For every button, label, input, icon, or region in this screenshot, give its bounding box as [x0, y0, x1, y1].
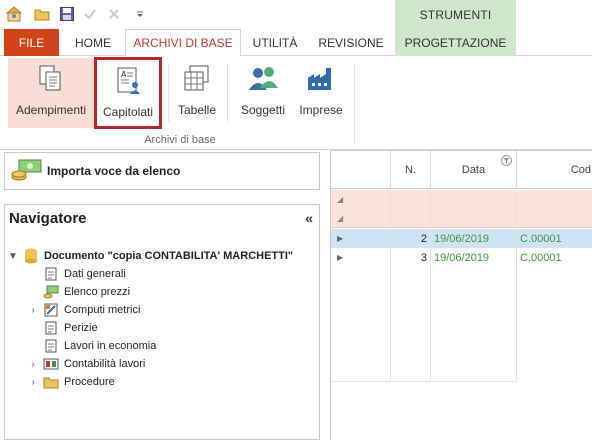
accounting-icon: [43, 356, 59, 372]
tab-archivi-di-base[interactable]: ARCHIVI DI BASE: [125, 29, 241, 57]
tabelle-label: Tabelle: [177, 103, 217, 117]
home-icon[interactable]: [4, 4, 24, 24]
save-icon[interactable]: [57, 4, 77, 24]
tree-item-lavori-in-economia[interactable]: Lavori in economia: [43, 337, 156, 355]
people-icon: [248, 64, 278, 97]
document-icon: [43, 266, 59, 282]
tree-item-dati-generali[interactable]: Dati generali: [43, 265, 126, 283]
tab-utilita[interactable]: UTILITÀ: [243, 29, 307, 56]
cell-data[interactable]: 19/06/2019: [431, 248, 517, 267]
tree-item-procedure[interactable]: Procedure: [43, 373, 115, 391]
tables-icon: [182, 64, 212, 97]
document-icon: [43, 320, 59, 336]
tree-item-label: Lavori in economia: [64, 340, 157, 352]
folder-icon: [43, 374, 59, 390]
grid-line: [516, 267, 517, 381]
tree-root[interactable]: Documento "copia CONTABILITA' MARCHETTI": [23, 247, 293, 265]
customize-icon[interactable]: [130, 4, 150, 24]
tree-item-contabilita-lavori[interactable]: Contabilità lavori: [43, 355, 145, 373]
tree-item-label: Procedure: [64, 376, 115, 388]
cell-n[interactable]: 3: [391, 248, 431, 267]
tab-file[interactable]: FILE: [4, 29, 59, 56]
row-indicator-icon[interactable]: ▶: [331, 229, 391, 248]
money-icon: [11, 159, 43, 184]
imprese-button[interactable]: Imprese: [296, 58, 346, 128]
column-header-n[interactable]: N.: [391, 151, 431, 189]
tab-home[interactable]: HOME: [63, 29, 123, 56]
chevron-right-icon[interactable]: ›: [27, 377, 39, 388]
adempimenti-label: Adempimenti: [15, 103, 87, 117]
tree-item-label: Contabilità lavori: [64, 358, 146, 370]
filter-row[interactable]: ◢: [331, 209, 592, 228]
adempimenti-button[interactable]: Adempimenti: [8, 58, 94, 128]
tree-item-label: Perizie: [64, 322, 98, 334]
ribbon-group-label: Archivi di base: [144, 134, 216, 146]
row-indicator-icon[interactable]: ▶: [331, 248, 391, 267]
capitolati-button[interactable]: A Capitolati: [94, 57, 162, 129]
filter-row[interactable]: ◢: [331, 190, 592, 209]
ribbon-panel: Adempimenti A Capitolati Tabelle Soggett…: [0, 56, 592, 150]
filter-icon[interactable]: [501, 155, 512, 169]
column-header-data[interactable]: Data: [431, 151, 517, 189]
ribbon-tabs: FILE HOME ARCHIVI DI BASE UTILITÀ REVISI…: [0, 29, 592, 57]
soggetti-label: Soggetti: [240, 103, 286, 117]
soggetti-button[interactable]: Soggetti: [235, 58, 291, 128]
expand-row-icon[interactable]: ◢: [331, 190, 391, 209]
price-list-icon: [43, 284, 59, 300]
factory-icon: [306, 64, 336, 97]
documents-icon: [36, 64, 66, 97]
cell-cod[interactable]: C.00001: [517, 248, 592, 267]
context-tab-group-label: STRUMENTI: [395, 0, 516, 29]
collapse-icon[interactable]: «: [305, 210, 313, 226]
chevron-down-icon[interactable]: ▼: [7, 251, 19, 262]
data-grid: N. Data Cod ◢ ◢ ▶ 2 19/06/2019 C.00001 ▶…: [330, 150, 592, 440]
import-from-list-button[interactable]: Importa voce da elenco: [4, 152, 320, 190]
table-row[interactable]: ▶ 2 19/06/2019 C.00001: [331, 229, 592, 248]
tab-progettazione[interactable]: PROGETTAZIONE: [395, 29, 516, 56]
chevron-right-icon[interactable]: ›: [27, 359, 39, 370]
tree-item-elenco-prezzi[interactable]: Elenco prezzi: [43, 283, 130, 301]
expand-row-icon[interactable]: ◢: [331, 209, 391, 228]
cell-cod[interactable]: C.00001: [517, 229, 592, 248]
ribbon-separator: [227, 64, 228, 122]
grid-line: [390, 267, 391, 381]
check-icon[interactable]: [80, 4, 100, 24]
table-row[interactable]: ▶ 3 19/06/2019 C.00001: [331, 248, 592, 267]
svg-text:A: A: [121, 70, 127, 79]
tree-item-label: Elenco prezzi: [64, 286, 131, 298]
navigator-panel: Navigatore « ▼ Documento "copia CONTABIL…: [4, 204, 320, 440]
metric-icon: [43, 302, 59, 318]
tree-item-perizie[interactable]: Perizie: [43, 319, 98, 337]
grid-line: [331, 381, 517, 382]
tree-item-computi-metrici[interactable]: Computi metrici: [43, 301, 140, 319]
capitolati-label: Capitolati: [102, 105, 154, 119]
imprese-label: Imprese: [299, 103, 343, 117]
tabelle-button[interactable]: Tabelle: [174, 58, 220, 128]
tree-root-label: Documento "copia CONTABILITA' MARCHETTI": [44, 250, 294, 262]
database-icon: [23, 248, 39, 264]
tree-item-label: Computi metrici: [64, 304, 141, 316]
cell-n[interactable]: 2: [391, 229, 431, 248]
navigator-title: Navigatore: [9, 210, 87, 227]
row-header-corner: [331, 151, 391, 189]
cell-data[interactable]: 19/06/2019: [431, 229, 517, 248]
grid-line: [430, 267, 431, 381]
chevron-right-icon[interactable]: ›: [27, 305, 39, 316]
close-icon[interactable]: [104, 4, 124, 24]
ribbon-separator: [168, 64, 169, 122]
column-header-data-label: Data: [461, 163, 486, 176]
open-folder-icon[interactable]: [32, 4, 52, 24]
document-icon: [43, 338, 59, 354]
ribbon-group-separator: [354, 64, 355, 144]
tab-revisione[interactable]: REVISIONE: [309, 29, 393, 56]
import-label: Importa voce da elenco: [47, 164, 181, 178]
column-header-cod[interactable]: Cod: [517, 151, 592, 189]
specs-icon: A: [113, 66, 143, 99]
tree-item-label: Dati generali: [64, 268, 126, 280]
